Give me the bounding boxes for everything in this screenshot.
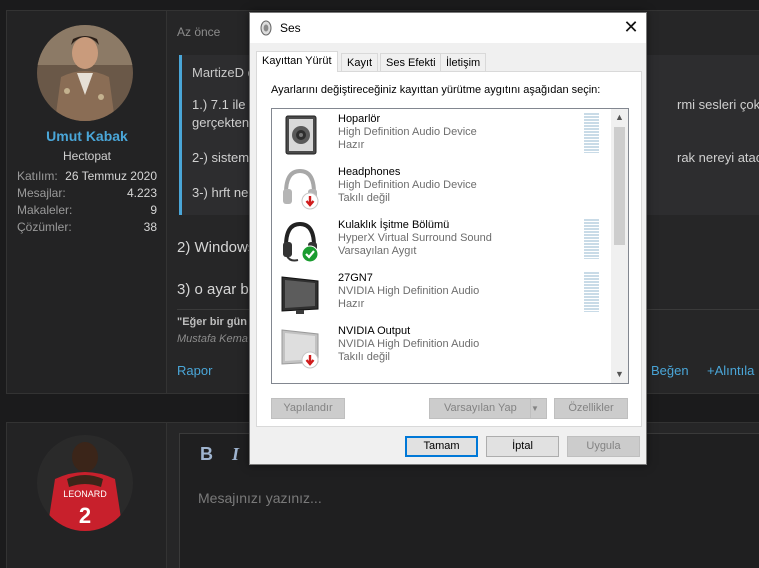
speaker-device-icon xyxy=(278,112,322,158)
device-name: 27GN7 xyxy=(338,272,373,284)
user-title: Hectopat xyxy=(62,149,112,163)
ok-button[interactable]: Tamam xyxy=(405,436,478,457)
tab-playback[interactable]: Kayıttan Yürüt xyxy=(256,51,338,72)
quote-line: 2-) sistem xyxy=(192,150,250,165)
device-status: Varsayılan Aygıt xyxy=(338,245,417,257)
device-name: Kulaklık İşitme Bölümü xyxy=(338,219,450,231)
level-meter xyxy=(584,219,599,259)
quote-line: 3-) hrft ne xyxy=(192,185,249,200)
post-user-panel: Umut Kabak Hectopat Katılım: 26 Temmuz 2… xyxy=(7,11,167,393)
device-item[interactable]: NVIDIA Output NVIDIA High Definition Aud… xyxy=(272,321,612,374)
device-description: NVIDIA High Definition Audio xyxy=(338,338,480,350)
stat-joined: Katılım: 26 Temmuz 2020 xyxy=(17,169,157,183)
quote-line: gerçekten xyxy=(192,115,250,130)
device-status: Hazır xyxy=(338,298,365,310)
device-item[interactable]: Hoparlör High Definition Audio Device Ha… xyxy=(272,109,612,162)
svg-text:2: 2 xyxy=(79,503,91,528)
scroll-thumb[interactable] xyxy=(614,127,625,245)
dialog-titlebar[interactable]: Ses ✕ xyxy=(250,13,646,43)
device-status: Takılı değil xyxy=(338,351,390,363)
quote-line: rak nereyi atacağım xyxy=(677,150,759,165)
device-description: High Definition Audio Device xyxy=(338,126,477,138)
headset-device-icon xyxy=(278,218,322,264)
stat-articles: Makaleler: 9 xyxy=(17,203,157,217)
quote-line: 1.) 7.1 ile c xyxy=(192,97,256,112)
italic-button[interactable]: I xyxy=(232,444,239,465)
message-input-placeholder[interactable]: Mesajınızı yazınız... xyxy=(198,490,322,506)
tab-panel: Ayarlarını değiştireceğiniz kayıttan yür… xyxy=(256,71,642,427)
quote-line: rmi sesleri çok tuhaf xyxy=(677,97,759,112)
apply-button[interactable]: Uygula xyxy=(567,436,640,457)
tab-communication[interactable]: İletişim xyxy=(440,53,487,71)
quote-button[interactable]: +Alıntıla xyxy=(707,363,754,378)
like-button[interactable]: ) Beğen xyxy=(643,363,689,378)
reply-user-panel: LEONARD 2 xyxy=(7,423,167,568)
sound-dialog: Ses ✕ Kayıttan Yürüt Kayıt Ses Efekti İl… xyxy=(249,12,647,465)
stat-messages: Mesajlar: 4.223 xyxy=(17,186,157,200)
level-meter xyxy=(584,272,599,312)
device-description: HyperX Virtual Surround Sound xyxy=(338,232,492,244)
properties-button[interactable]: Özellikler xyxy=(554,398,628,419)
tab-recording[interactable]: Kayıt xyxy=(341,53,379,71)
device-list[interactable]: Hoparlör High Definition Audio Device Ha… xyxy=(271,108,629,384)
user-avatar[interactable] xyxy=(37,25,133,121)
post-text: 3) o ayar ba xyxy=(177,281,258,298)
device-name: Hoparlör xyxy=(338,113,381,125)
report-link[interactable]: Rapor xyxy=(177,363,212,378)
username[interactable]: Umut Kabak xyxy=(7,128,167,144)
close-button[interactable]: ✕ xyxy=(616,13,646,43)
bold-button[interactable]: B xyxy=(200,444,213,465)
stat-solutions: Çözümler: 38 xyxy=(17,220,157,234)
svg-text:LEONARD: LEONARD xyxy=(63,489,107,499)
level-meter xyxy=(584,113,599,153)
device-list-scrollbar[interactable]: ▲ ▼ xyxy=(611,109,628,383)
device-name: Headphones xyxy=(338,166,401,178)
set-default-button[interactable]: Varsayılan Yap ▼ xyxy=(429,398,547,419)
scroll-up-icon[interactable]: ▲ xyxy=(611,109,628,126)
signature-author: Mustafa Kema xyxy=(177,333,248,345)
chevron-down-icon[interactable]: ▼ xyxy=(530,399,546,418)
device-description: NVIDIA High Definition Audio xyxy=(338,285,480,297)
dialog-title: Ses xyxy=(280,21,301,35)
scroll-down-icon[interactable]: ▼ xyxy=(611,366,628,383)
monitor-device-icon xyxy=(278,324,322,370)
configure-button[interactable]: Yapılandır xyxy=(271,398,345,419)
headphones-device-icon xyxy=(278,165,322,211)
reply-avatar[interactable]: LEONARD 2 xyxy=(37,435,133,531)
monitor-device-icon xyxy=(278,271,322,317)
quote-author[interactable]: MartizeD d xyxy=(192,65,255,80)
post-text: 2) Windows xyxy=(177,239,256,256)
device-status: Hazır xyxy=(338,139,365,151)
speaker-icon xyxy=(259,20,273,41)
cancel-button[interactable]: İptal xyxy=(486,436,559,457)
instruction-text: Ayarlarını değiştireceğiniz kayıttan yür… xyxy=(271,84,601,96)
device-status: Takılı değil xyxy=(338,192,390,204)
post-time[interactable]: Az önce xyxy=(177,25,220,39)
signature-text: "Eğer bir gün xyxy=(177,316,247,328)
device-description: High Definition Audio Device xyxy=(338,179,477,191)
device-name: NVIDIA Output xyxy=(338,325,411,337)
plus-icon: + xyxy=(707,363,715,378)
device-item[interactable]: Headphones High Definition Audio Device … xyxy=(272,162,612,215)
device-item[interactable]: Kulaklık İşitme Bölümü HyperX Virtual Su… xyxy=(272,215,612,268)
device-item[interactable]: 27GN7 NVIDIA High Definition Audio Hazır xyxy=(272,268,612,321)
tab-sound-effects[interactable]: Ses Efekti xyxy=(380,53,442,71)
